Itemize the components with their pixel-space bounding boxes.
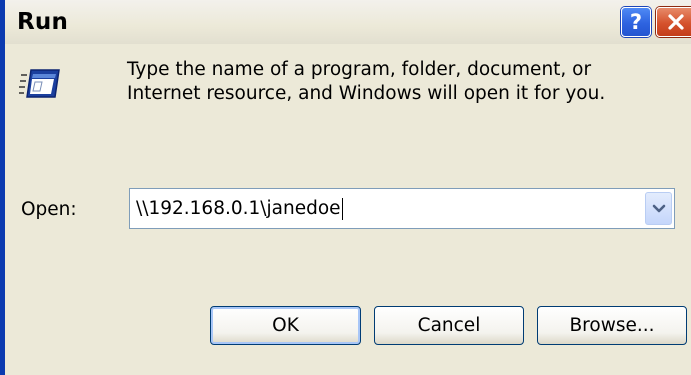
cancel-button[interactable]: Cancel — [374, 306, 524, 345]
open-label: Open: — [21, 199, 77, 220]
open-input[interactable]: \\192.168.0.1\janedoe — [136, 196, 636, 222]
run-program-icon — [19, 69, 60, 98]
instruction-line-2: Internet resource, and Windows will open… — [127, 83, 606, 104]
cancel-button-label: Cancel — [417, 315, 481, 336]
ok-button-label: OK — [272, 315, 299, 336]
run-dialog: Run ? Type the name of a program, folder… — [0, 0, 691, 375]
open-input-value: \\192.168.0.1\janedoe — [136, 198, 341, 219]
instruction-line-1: Type the name of a program, folder, docu… — [127, 59, 592, 80]
text-caret — [341, 198, 343, 220]
ok-button[interactable]: OK — [210, 306, 361, 345]
help-icon: ? — [629, 10, 643, 34]
browse-button[interactable]: Browse... — [537, 306, 687, 345]
window-title: Run — [17, 9, 69, 35]
open-combobox[interactable]: \\192.168.0.1\janedoe — [129, 188, 675, 229]
browse-button-label: Browse... — [569, 315, 655, 336]
dropdown-button[interactable] — [645, 192, 672, 225]
chevron-down-icon — [652, 204, 665, 212]
instruction-text: Type the name of a program, folder, docu… — [127, 58, 687, 106]
help-button[interactable]: ? — [621, 7, 651, 37]
close-button[interactable] — [656, 7, 691, 37]
title-bar[interactable]: Run ? — [5, 0, 691, 44]
close-icon — [668, 14, 684, 30]
